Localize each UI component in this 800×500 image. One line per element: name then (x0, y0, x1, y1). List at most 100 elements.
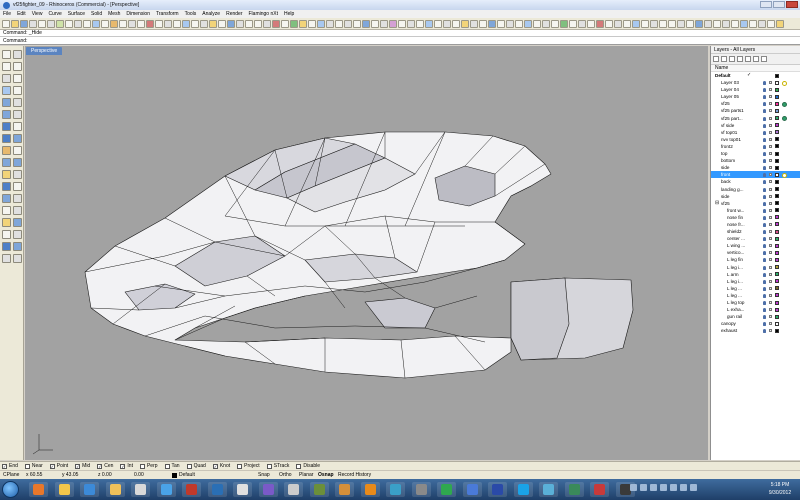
left-tool-icon[interactable] (2, 170, 11, 179)
layer-color-swatch[interactable] (775, 215, 779, 220)
toolbar-button-icon[interactable] (155, 19, 163, 28)
toolbar-button-icon[interactable] (74, 19, 82, 28)
taskbar-ie-icon[interactable] (156, 482, 176, 497)
layer-row[interactable]: front (711, 171, 800, 179)
taskbar-app-icon[interactable] (335, 482, 354, 497)
visibility-bulb-icon[interactable] (763, 322, 766, 327)
visibility-bulb-icon[interactable] (763, 230, 766, 235)
visibility-bulb-icon[interactable] (763, 102, 766, 107)
checkbox[interactable] (164, 463, 170, 469)
left-tool-icon[interactable] (2, 146, 11, 155)
lock-icon[interactable] (769, 187, 772, 191)
collapse-toggle-icon[interactable]: ⊟ (715, 200, 719, 207)
toolbar-button-icon[interactable] (434, 19, 442, 28)
left-tool-icon[interactable] (2, 206, 11, 215)
layer-color-swatch[interactable] (775, 293, 779, 298)
visibility-bulb-icon[interactable] (763, 123, 766, 128)
toolbar-button-icon[interactable] (65, 19, 73, 28)
close-button[interactable] (786, 1, 798, 8)
layer-color-swatch[interactable] (775, 307, 779, 312)
left-tool-icon[interactable] (13, 134, 22, 143)
layer-color-swatch[interactable] (775, 80, 779, 85)
lock-icon[interactable] (769, 137, 772, 141)
layer-row[interactable]: exhaust (711, 327, 800, 334)
taskbar-folder-icon[interactable] (105, 482, 125, 497)
toolbar-button-icon[interactable] (110, 19, 118, 28)
taskbar-app-icon[interactable] (590, 482, 609, 497)
lock-icon[interactable] (769, 308, 772, 312)
toolbar-button-icon[interactable] (344, 19, 352, 28)
visibility-bulb-icon[interactable] (763, 95, 766, 100)
menu-transform[interactable]: Transform (156, 11, 179, 17)
layer-row[interactable]: vf25 parts1 (711, 107, 800, 114)
taskbar-app-icon[interactable] (437, 482, 456, 497)
lock-icon[interactable] (769, 322, 772, 326)
layer-color-swatch[interactable] (775, 250, 779, 255)
menu-flamingo-nxt[interactable]: Flamingo nXt (249, 11, 278, 17)
toolbar-button-icon[interactable] (425, 19, 433, 28)
toolbar-button-icon[interactable] (407, 19, 415, 28)
new-sublayer-icon[interactable] (721, 56, 727, 62)
layer-row[interactable]: L leg i... (711, 264, 800, 271)
toolbar-button-icon[interactable] (380, 19, 388, 28)
toolbar-button-icon[interactable] (605, 19, 613, 28)
taskbar-app-icon[interactable] (233, 482, 252, 497)
visibility-bulb-icon[interactable] (763, 109, 766, 114)
toolbar-button-icon[interactable] (137, 19, 145, 28)
layer-row[interactable]: side (711, 193, 800, 200)
lock-icon[interactable] (769, 237, 772, 241)
left-tool-icon[interactable] (13, 206, 22, 215)
visibility-bulb-icon[interactable] (763, 258, 766, 263)
taskbar-app-icon[interactable] (309, 482, 329, 497)
minimize-button[interactable] (760, 1, 772, 8)
toolbar-button-icon[interactable] (488, 19, 496, 28)
layer-row[interactable]: side (711, 164, 800, 171)
checkbox[interactable]: ✓ (120, 463, 126, 469)
menu-solid[interactable]: Solid (91, 11, 102, 17)
toolbar-button-icon[interactable] (623, 19, 631, 28)
layer-color-swatch[interactable] (775, 165, 779, 170)
visibility-bulb-icon[interactable] (763, 301, 766, 305)
visibility-bulb-icon[interactable] (763, 272, 766, 277)
toolbar-button-icon[interactable] (11, 19, 19, 28)
taskbar-app-icon[interactable] (539, 482, 558, 497)
visibility-bulb-icon[interactable] (763, 180, 766, 185)
layer-color-swatch[interactable] (775, 116, 779, 121)
layer-row[interactable]: Layer 03 (711, 79, 800, 86)
toolbar-button-icon[interactable] (551, 19, 559, 28)
left-tool-icon[interactable] (13, 194, 22, 203)
left-tool-icon[interactable] (2, 62, 11, 71)
move-up-icon[interactable] (737, 56, 743, 62)
maximize-button[interactable] (773, 1, 785, 8)
left-tool-icon[interactable] (2, 134, 11, 143)
left-tool-icon[interactable] (13, 182, 22, 191)
layer-row[interactable]: front2 (711, 143, 800, 150)
osnap-disable[interactable]: Disable (296, 463, 320, 469)
layer-color-swatch[interactable] (775, 279, 779, 284)
toolbar-button-icon[interactable] (704, 19, 712, 28)
lock-icon[interactable] (769, 88, 772, 92)
osnap-point[interactable]: ✓ Point (49, 463, 68, 469)
layer-color-swatch[interactable] (775, 158, 779, 163)
toolbar-button-icon[interactable] (749, 19, 757, 28)
layer-row[interactable]: L leg ... (711, 285, 800, 292)
material-icon[interactable] (782, 116, 787, 122)
layer-row[interactable]: L leg fin (711, 256, 800, 263)
layer-row[interactable]: nvv top01 (711, 136, 800, 143)
menu-view[interactable]: View (32, 11, 43, 17)
left-tool-icon[interactable] (13, 98, 22, 107)
checkbox[interactable]: ✓ (97, 463, 103, 469)
delete-layer-icon[interactable] (729, 56, 735, 62)
lock-icon[interactable] (769, 152, 772, 156)
menu-render[interactable]: Render (226, 11, 242, 17)
layers-name-column-header[interactable]: Name (711, 65, 800, 72)
toolbar-button-icon[interactable] (479, 19, 487, 28)
left-tool-icon[interactable] (13, 242, 22, 251)
visibility-bulb-icon[interactable] (763, 208, 766, 213)
toolbar-button-icon[interactable] (452, 19, 460, 28)
taskbar-app-icon[interactable] (462, 482, 482, 497)
lock-icon[interactable] (769, 222, 772, 226)
toolbar-button-icon[interactable] (218, 19, 226, 28)
toolbar-button-icon[interactable] (497, 19, 505, 28)
visibility-bulb-icon[interactable] (763, 329, 766, 334)
